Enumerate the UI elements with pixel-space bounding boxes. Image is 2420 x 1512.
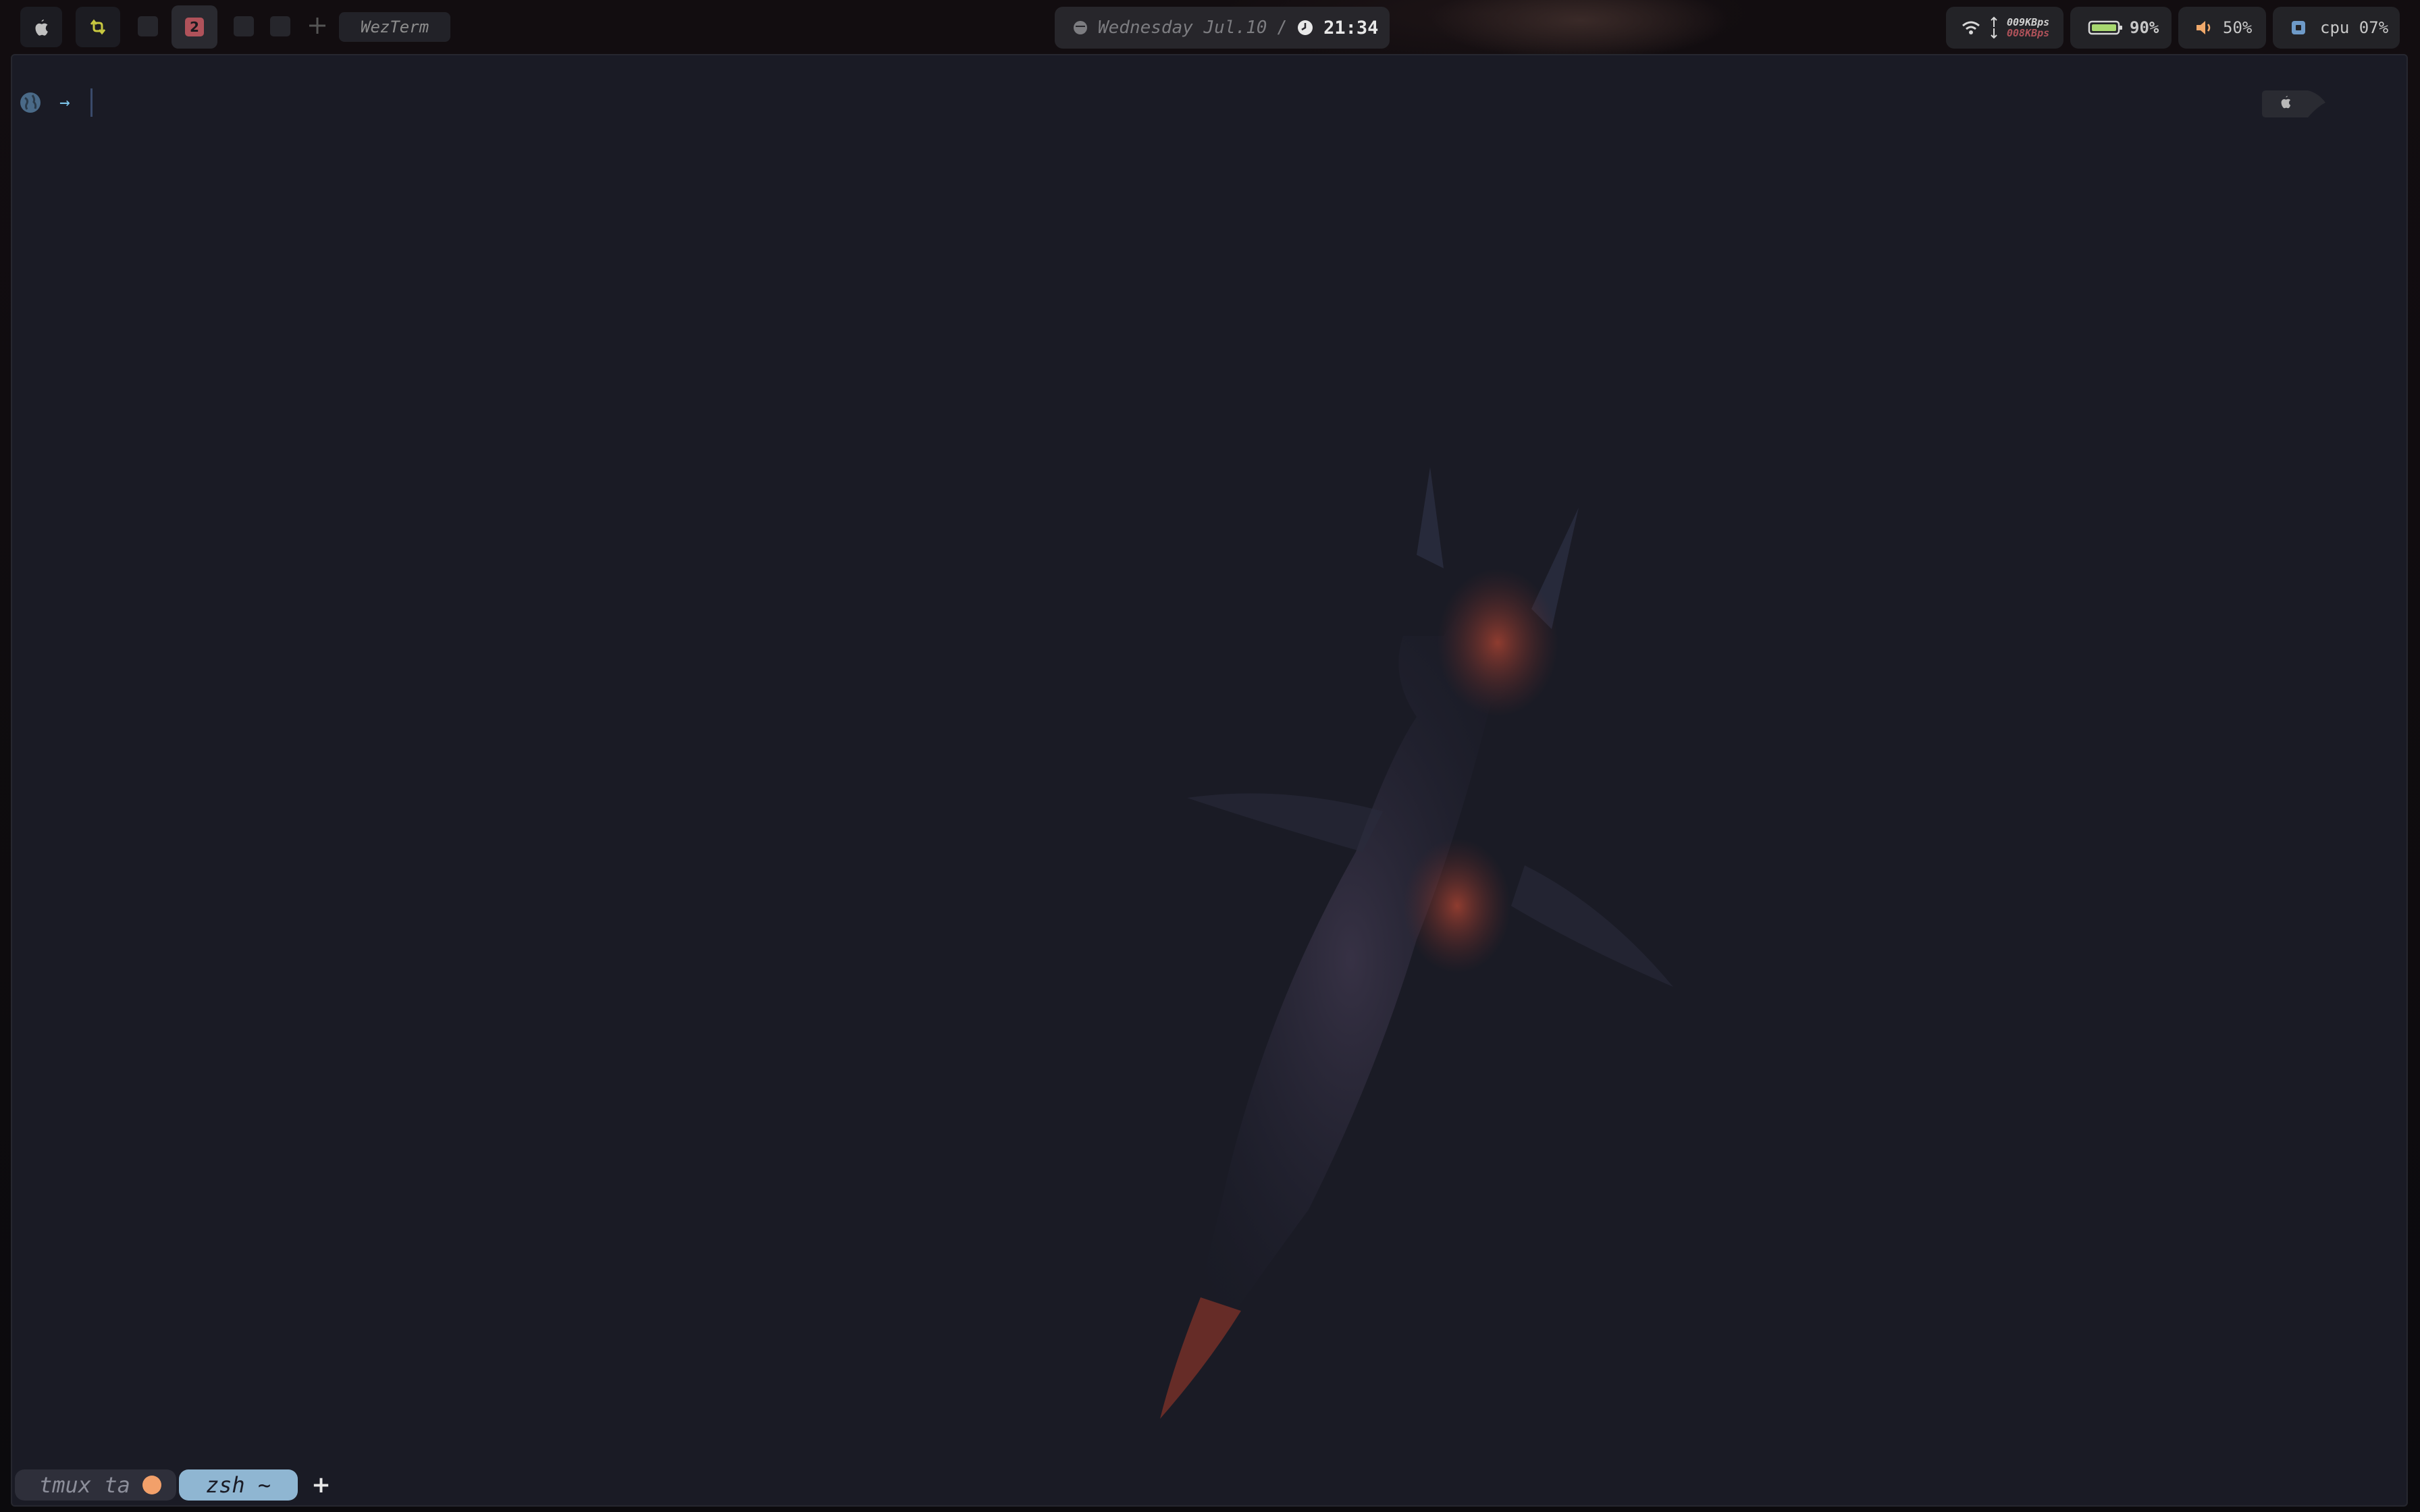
volume-widget[interactable]: 50%: [2178, 7, 2266, 49]
workspace-1[interactable]: [138, 16, 158, 36]
up-down-arrows-icon: [1991, 16, 1997, 39]
cpu-usage: cpu 07%: [2320, 18, 2389, 37]
volume-percent: 50%: [2223, 18, 2253, 37]
top-menu-bar: 2 WezTerm Wednesday Jul.10 / 21:34 009KB…: [0, 0, 2420, 54]
session-label: tmux ta: [39, 1472, 130, 1498]
focused-app-title[interactable]: WezTerm: [339, 12, 451, 42]
terminal-window[interactable]: → tmux ta zsh ~ +: [11, 54, 2408, 1507]
upload-rate: 009KBps: [2007, 16, 2050, 28]
wifi-icon: [1962, 21, 1980, 34]
refresh-icon: [90, 19, 106, 35]
workspace-4[interactable]: [270, 16, 290, 36]
session-indicator-dot: [142, 1476, 161, 1494]
tmux-status-bar: tmux ta zsh ~ +: [12, 1465, 2406, 1505]
speaker-icon: [2197, 21, 2211, 34]
battery-percent: 90%: [2130, 18, 2159, 37]
workspace-3[interactable]: [234, 16, 254, 36]
refresh-button[interactable]: [76, 7, 120, 47]
battery-icon: [2088, 20, 2122, 35]
network-widget[interactable]: 009KBps 008KBps: [1946, 7, 2063, 49]
os-badge-icon: [2262, 90, 2325, 117]
clock-icon: [1298, 20, 1313, 35]
date-label: Wednesday Jul.10: [1098, 18, 1267, 38]
download-rate: 008KBps: [2007, 27, 2050, 39]
shell-prompt[interactable]: →: [19, 88, 93, 117]
date-separator: /: [1276, 18, 1288, 38]
apple-icon: [35, 20, 48, 36]
tmux-session-tab[interactable]: tmux ta: [15, 1469, 176, 1501]
sea-angel-wallpaper: [1160, 467, 1673, 1419]
add-workspace-icon[interactable]: [305, 14, 330, 38]
battery-widget[interactable]: 90%: [2070, 7, 2172, 49]
tmux-window-tab-active[interactable]: zsh ~: [178, 1469, 298, 1501]
window-label: zsh ~: [205, 1472, 271, 1498]
cpu-widget[interactable]: cpu 07%: [2273, 7, 2400, 49]
workspace-2-badge: 2: [185, 18, 204, 36]
calendar-icon: [1074, 21, 1087, 34]
prompt-arrow: →: [59, 92, 70, 113]
date-time-widget[interactable]: Wednesday Jul.10 / 21:34: [1055, 7, 1390, 49]
text-cursor: [90, 88, 93, 117]
globe-icon: [20, 92, 41, 113]
time-label: 21:34: [1323, 17, 1379, 38]
workspace-2[interactable]: 2: [172, 5, 217, 49]
cpu-icon: [2292, 21, 2305, 34]
apple-menu-button[interactable]: [20, 7, 62, 47]
new-window-button[interactable]: +: [311, 1472, 331, 1498]
